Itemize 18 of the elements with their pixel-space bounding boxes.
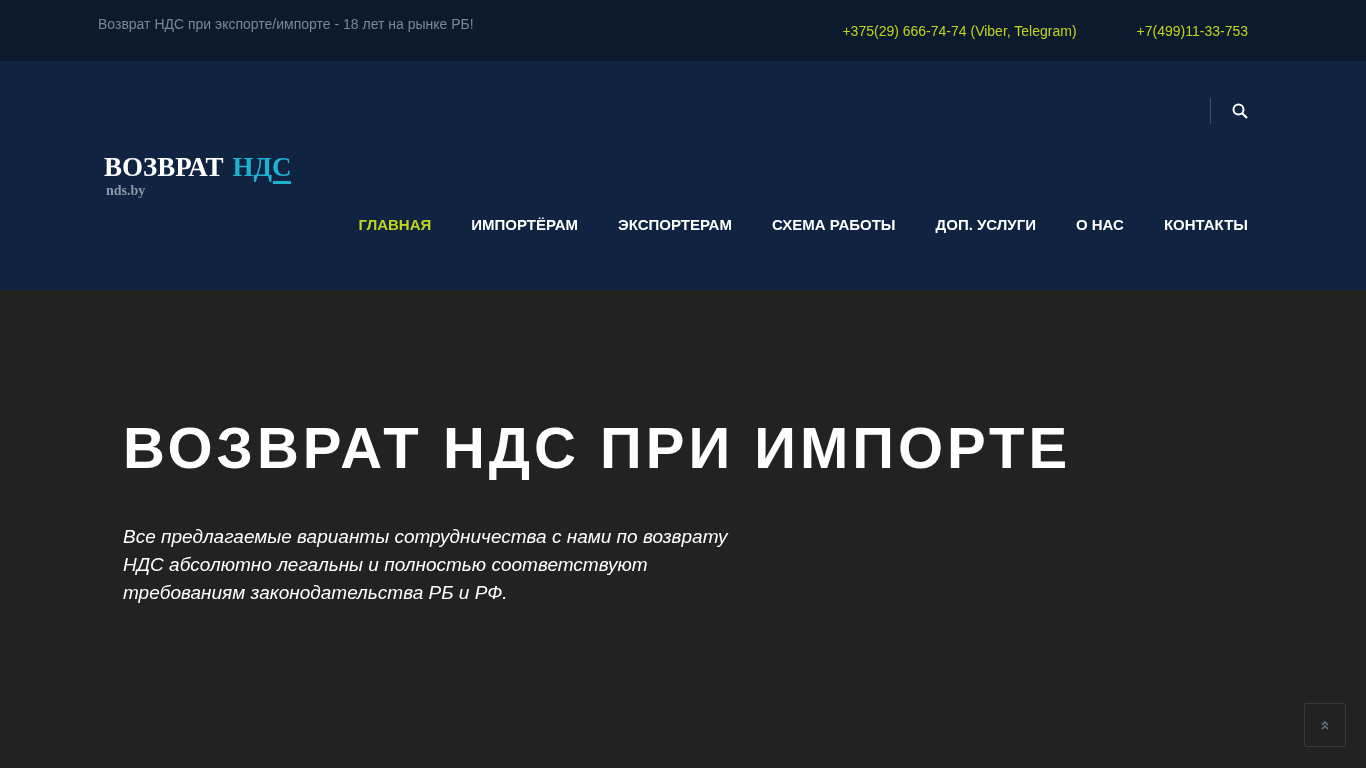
logo-domain: nds.by [106,184,146,198]
phone-link[interactable]: +375(29) 666-74-74 (Viber, Telegram) [842,23,1077,39]
nav-item[interactable]: ИМПОРТЁРАМ [471,216,579,233]
logo-title[interactable]: ВОЗВРАТ [104,152,224,182]
logo-underline [272,181,291,184]
hero-title: ВОЗВРАТ НДС ПРИ ИМПОРТЕ [123,415,1073,481]
hero-text: Все предлагаемые варианты сотрудничества с нами по возврату НДС абсолютно легальны и полностью соответствуют требованиям законодательства РБ и РФ. [123,525,730,605]
nav-item[interactable]: ГЛАВНАЯ [358,216,432,233]
nav-item[interactable]: О НАС [1075,216,1124,233]
search-icon[interactable] [1232,103,1248,119]
nav-item[interactable]: ЭКСПОРТЕРАМ [618,216,732,233]
phone-link[interactable]: +7(499)11-33-753 [1136,23,1248,39]
tagline: Возврат НДС при экспорте/импорте - 18 лет на рынке РБ! [98,16,474,32]
nav-item[interactable]: КОНТАКТЫ [1163,216,1248,233]
logo-accent[interactable]: НДС [232,152,292,182]
double-chevron-up-icon [1320,720,1330,730]
nav-item[interactable]: ДОП. УСЛУГИ [935,216,1036,233]
nav-item[interactable]: СХЕМА РАБОТЫ [771,216,896,233]
